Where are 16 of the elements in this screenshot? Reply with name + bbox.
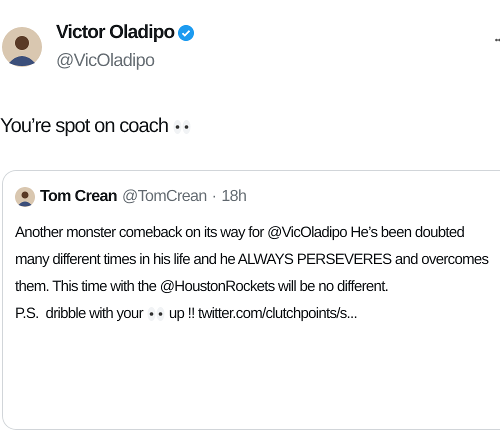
author-handle[interactable]: @VicOladipo [56, 50, 194, 71]
more-icon[interactable] [495, 38, 500, 42]
quoted-tweet-text: P.S. dribble with your [15, 304, 143, 324]
quoted-tweet-text: Another monster comeback on its way for @VicOladipo He’s been doubted many different times in his life and he ALWAYS PERSEVERES and overcomes them. This time with the @HoustonRockets will be no different. [15, 223, 490, 297]
timestamp: 18h [221, 188, 246, 206]
eyes-icon [173, 118, 192, 134]
author-name[interactable]: Victor Oladipo [56, 22, 174, 44]
quoted-tweet-text: up !! twitter.com/clutchpoints/s... [168, 304, 357, 324]
separator-dot: · [212, 188, 216, 206]
tweet-text: You’re spot on coach [0, 115, 168, 138]
quoted-author-handle[interactable]: @TomCrean [122, 188, 207, 206]
avatar [2, 26, 42, 66]
quoted-tweet-card[interactable] [2, 170, 500, 430]
avatar [15, 187, 35, 207]
quoted-author-name[interactable]: Tom Crean [40, 188, 117, 206]
eyes-icon [146, 306, 165, 322]
